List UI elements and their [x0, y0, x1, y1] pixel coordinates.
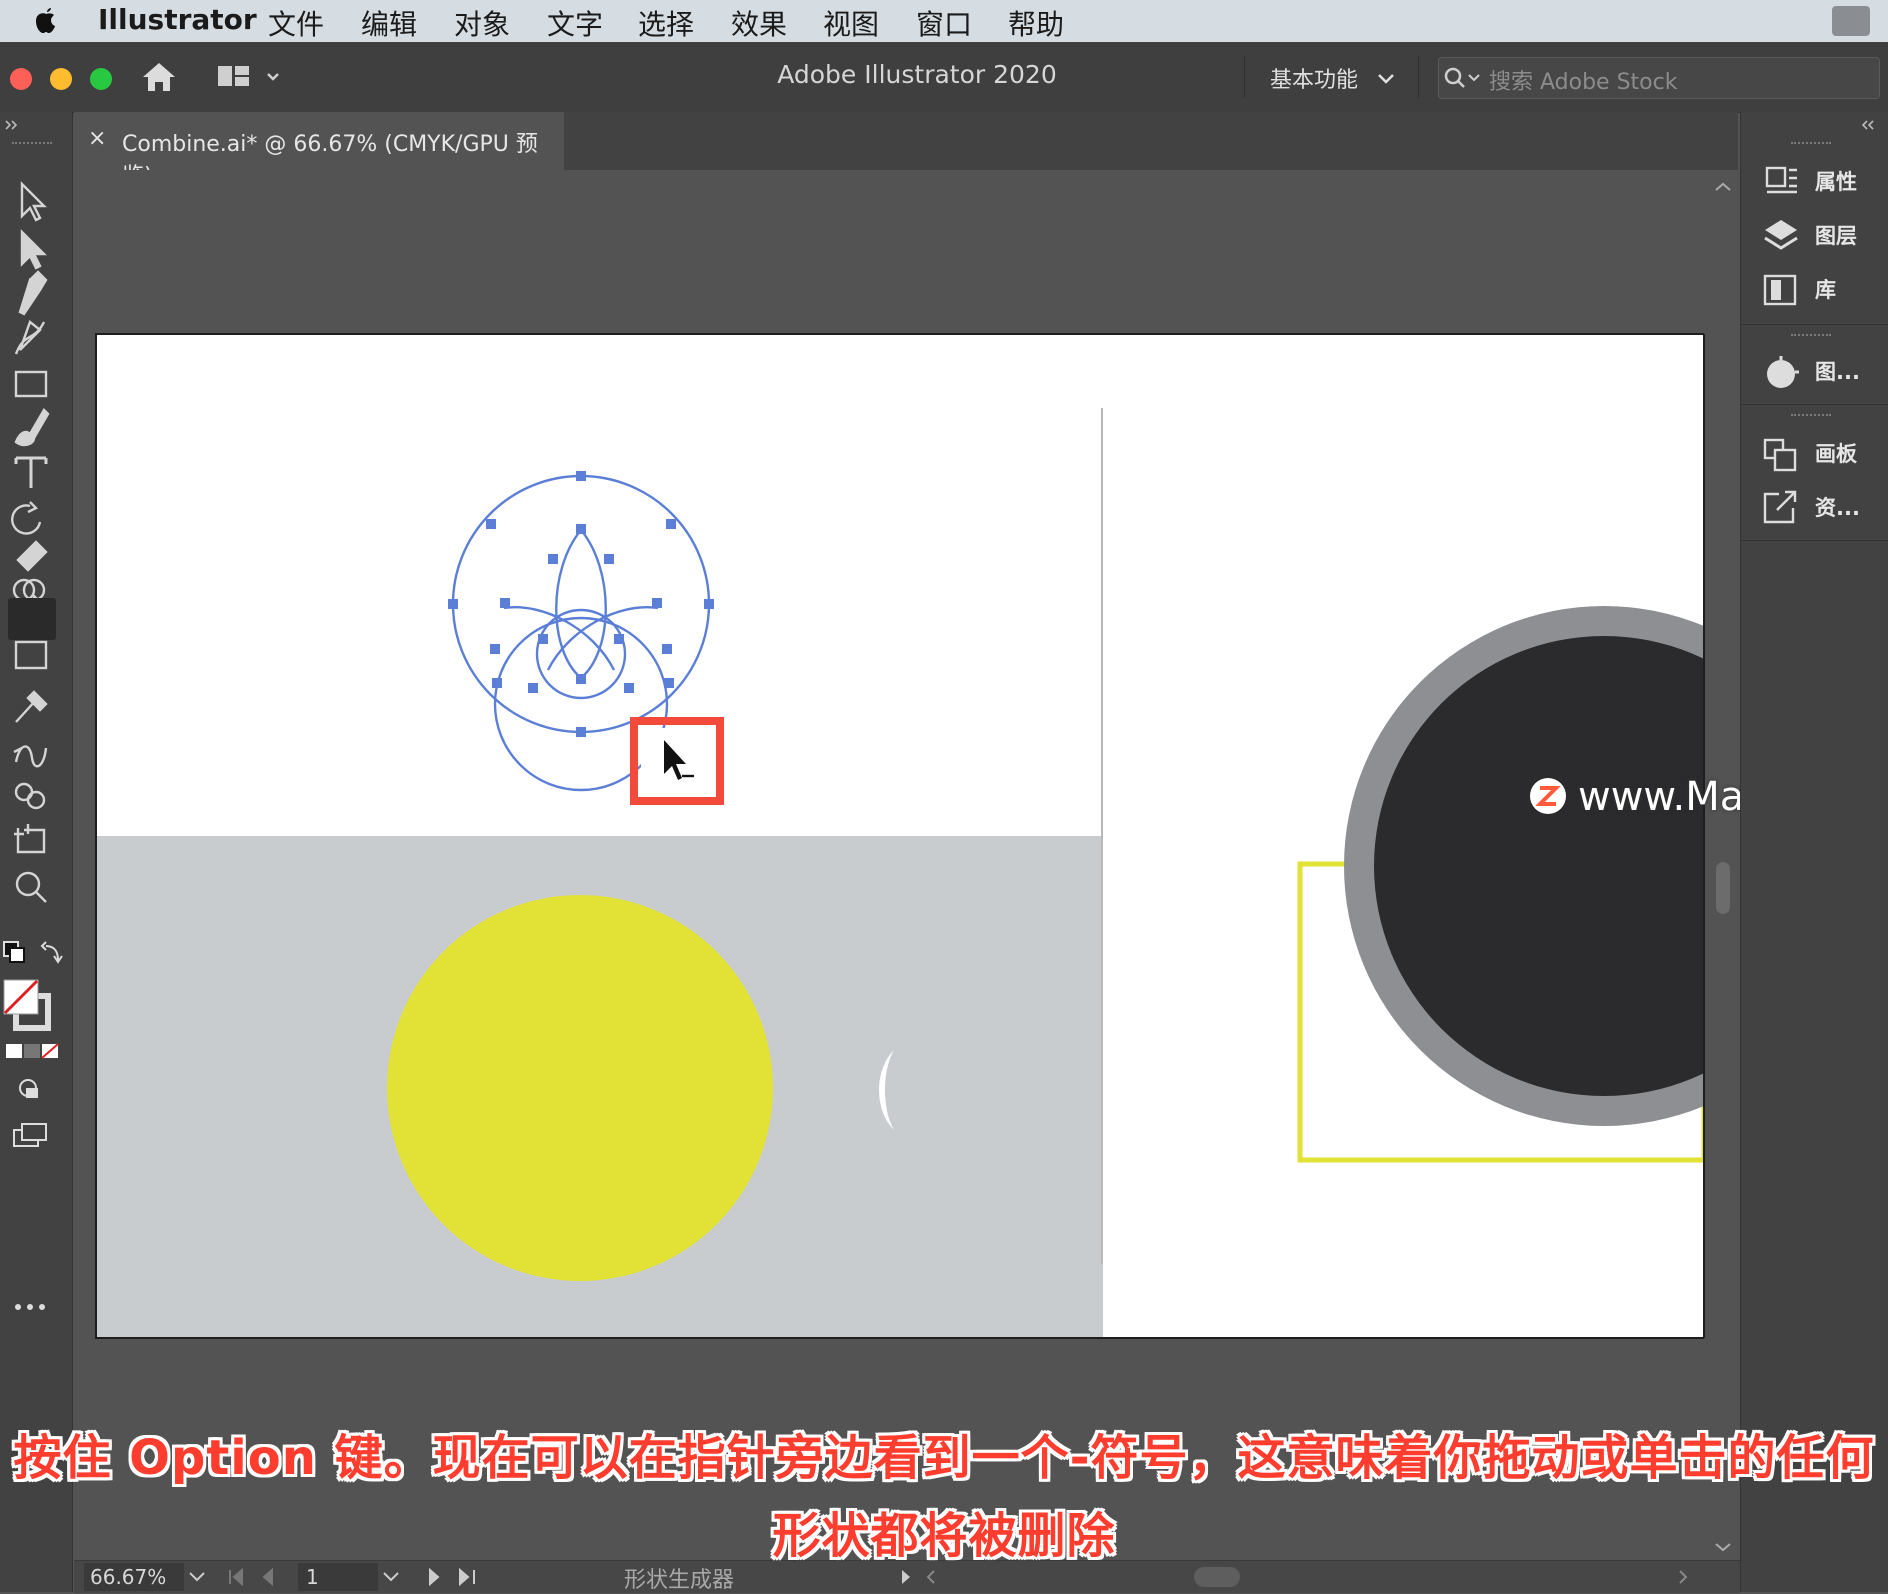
chevron-down-icon — [1378, 74, 1394, 84]
menu-view[interactable]: 视图 — [823, 3, 879, 43]
artboard-artwork — [95, 330, 1864, 1342]
menu-edit[interactable]: 编辑 — [361, 3, 417, 43]
menu-type[interactable]: 文字 — [547, 3, 603, 43]
next-last-artboard-icons[interactable] — [424, 1567, 494, 1587]
macz-logo-icon — [1530, 778, 1566, 814]
subtitle-line-1: 按住 Option 键。现在可以在指针旁边看到一个-符号，这意味着你拖动或单击的… — [13, 1430, 1875, 1486]
menu-select[interactable]: 选择 — [638, 3, 694, 43]
layers-panel-button[interactable]: 图层 — [1761, 212, 1881, 258]
status-menu-arrow-icon[interactable] — [896, 1567, 942, 1587]
type-tool-button[interactable] — [8, 462, 56, 504]
blend-tool-button[interactable] — [8, 740, 56, 782]
stock-search-placeholder: 搜索 Adobe Stock — [1489, 70, 1678, 95]
horizontal-scroll-thumb[interactable] — [1194, 1567, 1240, 1587]
rectangle-tool-button[interactable] — [8, 366, 56, 408]
export-icon — [1763, 490, 1797, 524]
close-tab-button[interactable]: × — [88, 126, 106, 151]
recolor-icon — [1767, 356, 1799, 388]
menu-file[interactable]: 文件 — [268, 3, 324, 43]
asset-export-label: 资... — [1815, 496, 1860, 520]
direct-selection-tool-button[interactable] — [8, 222, 56, 264]
shape-builder-tool-button[interactable] — [8, 598, 56, 640]
mac-menu-bar: Illustrator 文件 编辑 对象 文字 选择 效果 视图 窗口 帮助 — [0, 0, 1888, 42]
libraries-label: 库 — [1815, 278, 1836, 302]
libraries-icon — [1763, 274, 1797, 306]
artboard-tool-button[interactable] — [8, 836, 56, 878]
libraries-panel-button[interactable]: 库 — [1761, 266, 1881, 312]
gradient-tool-button[interactable] — [8, 644, 56, 686]
right-panel-dock: 属性 图层 库 图... 画板 资... — [1740, 112, 1888, 1592]
canvas-area[interactable] — [74, 170, 1864, 1560]
artboards-panel-button[interactable]: 画板 — [1761, 430, 1881, 476]
artboard-number-value: 1 — [306, 1565, 319, 1589]
rotate-tool-button[interactable] — [8, 508, 56, 550]
collapse-right-panel-icon[interactable] — [1859, 118, 1879, 132]
zoom-dropdown-chevron-icon[interactable] — [186, 1569, 210, 1585]
current-tool-name: 形状生成器 — [624, 1568, 735, 1593]
document-tab[interactable]: × Combine.ai* @ 66.67% (CMYK/GPU 预览) — [74, 112, 564, 189]
first-prev-artboard-icons[interactable] — [224, 1567, 294, 1587]
menu-window[interactable]: 窗口 — [916, 3, 972, 43]
properties-panel-button[interactable]: 属性 — [1761, 158, 1881, 204]
pen-tool-button[interactable] — [8, 270, 56, 312]
collapse-panel-icon[interactable] — [4, 118, 24, 132]
artboards-label: 画板 — [1815, 442, 1857, 466]
app-menu[interactable]: Illustrator — [98, 3, 257, 36]
zoom-level-field[interactable]: 66.67% — [84, 1563, 184, 1591]
document-tab-bar: × Combine.ai* @ 66.67% (CMYK/GPU 预览) — [74, 112, 1738, 189]
menu-help[interactable]: 帮助 — [1008, 3, 1064, 43]
selection-tool-button[interactable] — [8, 172, 56, 214]
artboard-dropdown-chevron-icon[interactable] — [380, 1569, 404, 1585]
artboard-number-field[interactable]: 1 — [298, 1563, 378, 1591]
asset-export-panel-button[interactable]: 资... — [1761, 484, 1881, 530]
zoom-tool-button[interactable] — [8, 884, 56, 926]
workspace-switcher[interactable]: 基本功能 — [1270, 62, 1397, 94]
stock-search-input[interactable]: 搜索 Adobe Stock — [1438, 57, 1880, 99]
yellow-circle — [387, 895, 773, 1281]
properties-icon — [1765, 166, 1797, 194]
eyedropper-tool-button[interactable] — [8, 692, 56, 734]
workspace-label: 基本功能 — [1270, 68, 1359, 93]
properties-label: 属性 — [1815, 170, 1857, 194]
apple-icon[interactable] — [30, 4, 62, 36]
graphic-styles-panel-button[interactable]: 图... — [1761, 348, 1881, 394]
menu-object[interactable]: 对象 — [454, 3, 510, 43]
app-title-bar: Adobe Illustrator 2020 基本功能 搜索 Adobe Sto… — [0, 42, 1888, 113]
search-icon — [1444, 67, 1480, 88]
scroll-right-icon[interactable] — [1674, 1567, 1694, 1587]
graphic-panel-label: 图... — [1815, 360, 1860, 384]
tools-panel — [0, 112, 73, 1592]
menubar-extra-icon[interactable] — [1832, 6, 1870, 36]
more-tools-icon[interactable] — [12, 1300, 52, 1314]
zoom-level-value: 66.67% — [90, 1565, 167, 1589]
artboards-icon — [1763, 438, 1797, 472]
menu-effect[interactable]: 效果 — [731, 3, 787, 43]
eraser-tool-button[interactable] — [8, 552, 56, 594]
subtitle-line-2: 形状都将被删除 — [772, 1508, 1116, 1564]
symbol-sprayer-tool-button[interactable] — [8, 788, 56, 830]
curvature-tool-button[interactable] — [8, 318, 56, 360]
fill-stroke-controls[interactable] — [2, 938, 70, 1178]
layers-icon — [1764, 220, 1798, 250]
vertical-scrollbar[interactable] — [1710, 174, 1736, 1560]
paintbrush-tool-button[interactable] — [8, 414, 56, 456]
layers-label: 图层 — [1815, 224, 1857, 248]
